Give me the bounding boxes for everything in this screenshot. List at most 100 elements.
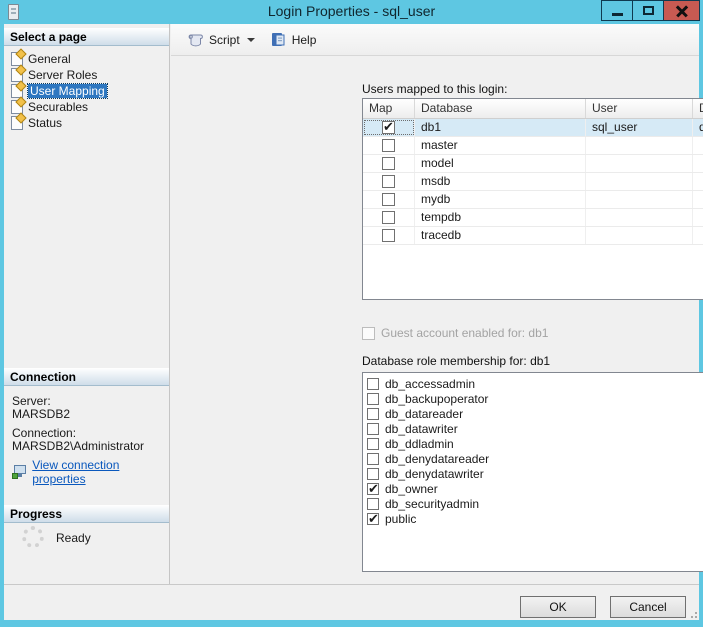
role-membership-list: db_accessadmin db_backupoperator db_data… xyxy=(362,372,703,572)
map-checkbox[interactable] xyxy=(382,229,395,242)
minimize-icon xyxy=(612,13,623,16)
connection-label: Connection: xyxy=(12,426,77,440)
list-item-db-securityadmin[interactable]: db_securityadmin xyxy=(367,496,703,511)
user-cell[interactable] xyxy=(586,155,693,172)
database-cell[interactable]: model xyxy=(415,155,586,172)
list-item-db-backupoperator[interactable]: db_backupoperator xyxy=(367,391,703,406)
map-checkbox[interactable] xyxy=(382,139,395,152)
role-checkbox[interactable] xyxy=(367,511,379,527)
progress-status: Ready xyxy=(56,531,91,545)
user-cell[interactable] xyxy=(586,227,693,244)
column-header-user[interactable]: User xyxy=(586,99,693,118)
role-checkbox[interactable] xyxy=(367,481,379,497)
scroll-icon xyxy=(188,34,203,46)
server-value: MARSDB2 xyxy=(12,407,71,421)
footer: OK Cancel xyxy=(4,584,699,620)
dialog-body: Select a page General Server Roles User … xyxy=(4,24,703,620)
role-checkbox[interactable] xyxy=(367,437,379,450)
select-a-page-header: Select a page xyxy=(4,28,169,46)
database-cell[interactable]: msdb xyxy=(415,173,586,190)
guest-account-checkbox xyxy=(362,326,375,340)
default-schema-cell[interactable]: dbo ... xyxy=(693,119,703,136)
table-row-model[interactable]: model xyxy=(363,155,703,173)
list-item-db-accessadmin[interactable]: db_accessadmin xyxy=(367,376,703,391)
help-button[interactable]: Help xyxy=(265,29,323,50)
ok-button[interactable]: OK xyxy=(520,596,596,618)
role-checkbox[interactable] xyxy=(367,407,379,420)
user-cell[interactable] xyxy=(586,209,693,226)
monitor-connection-icon xyxy=(12,465,27,479)
role-checkbox[interactable] xyxy=(367,377,379,390)
map-checkbox[interactable] xyxy=(382,175,395,188)
maximize-icon xyxy=(643,6,654,15)
map-checkbox[interactable] xyxy=(382,211,395,224)
default-schema-cell[interactable] xyxy=(693,209,703,226)
sidebar-item-user-mapping[interactable]: User Mapping xyxy=(8,83,158,99)
table-row-db1[interactable]: db1 sql_user dbo ... xyxy=(363,119,703,137)
toolbar: Script Help xyxy=(171,24,699,56)
connection-value: MARSDB2\Administrator xyxy=(12,439,145,453)
user-cell[interactable] xyxy=(586,191,693,208)
minimize-button[interactable] xyxy=(601,0,633,21)
default-schema-cell[interactable] xyxy=(693,155,703,172)
users-mapped-label: Users mapped to this login: xyxy=(362,82,508,96)
guest-account-label: Guest account enabled for: db1 xyxy=(381,326,549,340)
grid-header: Map Database User Default Schema xyxy=(363,99,703,119)
sidebar-item-securables[interactable]: Securables xyxy=(8,99,158,115)
role-checkbox[interactable] xyxy=(367,452,379,465)
map-checkbox[interactable] xyxy=(382,119,395,135)
sidebar-item-server-roles[interactable]: Server Roles xyxy=(8,67,158,83)
database-cell[interactable]: tracedb xyxy=(415,227,586,244)
role-checkbox[interactable] xyxy=(367,497,379,510)
login-properties-window: Login Properties - sql_user Select a pag… xyxy=(0,0,703,627)
server-label: Server: xyxy=(12,394,51,408)
list-item-public[interactable]: public xyxy=(367,511,703,527)
help-label: Help xyxy=(291,32,317,47)
role-checkbox[interactable] xyxy=(367,422,379,435)
list-item-db-datareader[interactable]: db_datareader xyxy=(367,406,703,421)
page-icon xyxy=(11,116,23,130)
default-schema-cell[interactable] xyxy=(693,227,703,244)
list-item-db-datawriter[interactable]: db_datawriter xyxy=(367,421,703,436)
default-schema-cell[interactable] xyxy=(693,191,703,208)
table-row-master[interactable]: master xyxy=(363,137,703,155)
table-row-mydb[interactable]: mydb xyxy=(363,191,703,209)
role-checkbox[interactable] xyxy=(367,467,379,480)
database-cell[interactable]: master xyxy=(415,137,586,154)
map-checkbox[interactable] xyxy=(382,157,395,170)
table-row-msdb[interactable]: msdb xyxy=(363,173,703,191)
view-connection-properties-link[interactable]: View connection properties xyxy=(32,458,169,486)
close-button[interactable] xyxy=(663,0,700,21)
user-cell[interactable] xyxy=(586,173,693,190)
column-header-default-schema[interactable]: Default Schema xyxy=(693,99,703,118)
main-panel: Script Help Users mapped to this login: xyxy=(171,24,703,584)
script-label: Script xyxy=(209,32,240,47)
database-cell[interactable]: tempdb xyxy=(415,209,586,226)
table-row-tracedb[interactable]: tracedb xyxy=(363,227,703,245)
user-cell[interactable]: sql_user xyxy=(586,119,693,136)
column-header-database[interactable]: Database xyxy=(415,99,586,118)
user-cell[interactable] xyxy=(586,137,693,154)
sidebar-item-status[interactable]: Status xyxy=(8,115,158,131)
role-checkbox[interactable] xyxy=(367,392,379,405)
list-item-db-denydatawriter[interactable]: db_denydatawriter xyxy=(367,466,703,481)
guest-account-row: Guest account enabled for: db1 xyxy=(362,326,548,340)
database-cell[interactable]: mydb xyxy=(415,191,586,208)
list-item-db-denydatareader[interactable]: db_denydatareader xyxy=(367,451,703,466)
list-item-db-ddladmin[interactable]: db_ddladmin xyxy=(367,436,703,451)
table-row-tempdb[interactable]: tempdb xyxy=(363,209,703,227)
cancel-button[interactable]: Cancel xyxy=(610,596,686,618)
spinner-icon xyxy=(22,526,44,548)
list-item-db-owner[interactable]: db_owner xyxy=(367,481,703,497)
map-checkbox[interactable] xyxy=(382,193,395,206)
titlebar[interactable]: Login Properties - sql_user xyxy=(0,0,703,24)
column-header-map[interactable]: Map xyxy=(363,99,415,118)
maximize-button[interactable] xyxy=(632,0,664,21)
script-button[interactable]: Script xyxy=(181,30,261,50)
document-help-icon xyxy=(271,33,285,46)
default-schema-cell[interactable] xyxy=(693,137,703,154)
database-cell[interactable]: db1 xyxy=(415,119,586,136)
sidebar-item-general[interactable]: General xyxy=(8,51,158,67)
default-schema-cell[interactable] xyxy=(693,173,703,190)
resize-grip[interactable] xyxy=(687,608,697,618)
